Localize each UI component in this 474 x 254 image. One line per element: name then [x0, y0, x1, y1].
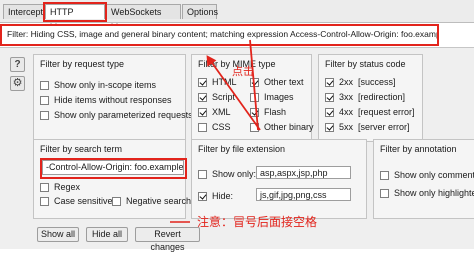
note-annotation: 注意：冒号后面接空格	[197, 215, 318, 229]
click-here-annotation: 点击	[232, 65, 254, 78]
annotation-arrows	[170, 39, 261, 223]
